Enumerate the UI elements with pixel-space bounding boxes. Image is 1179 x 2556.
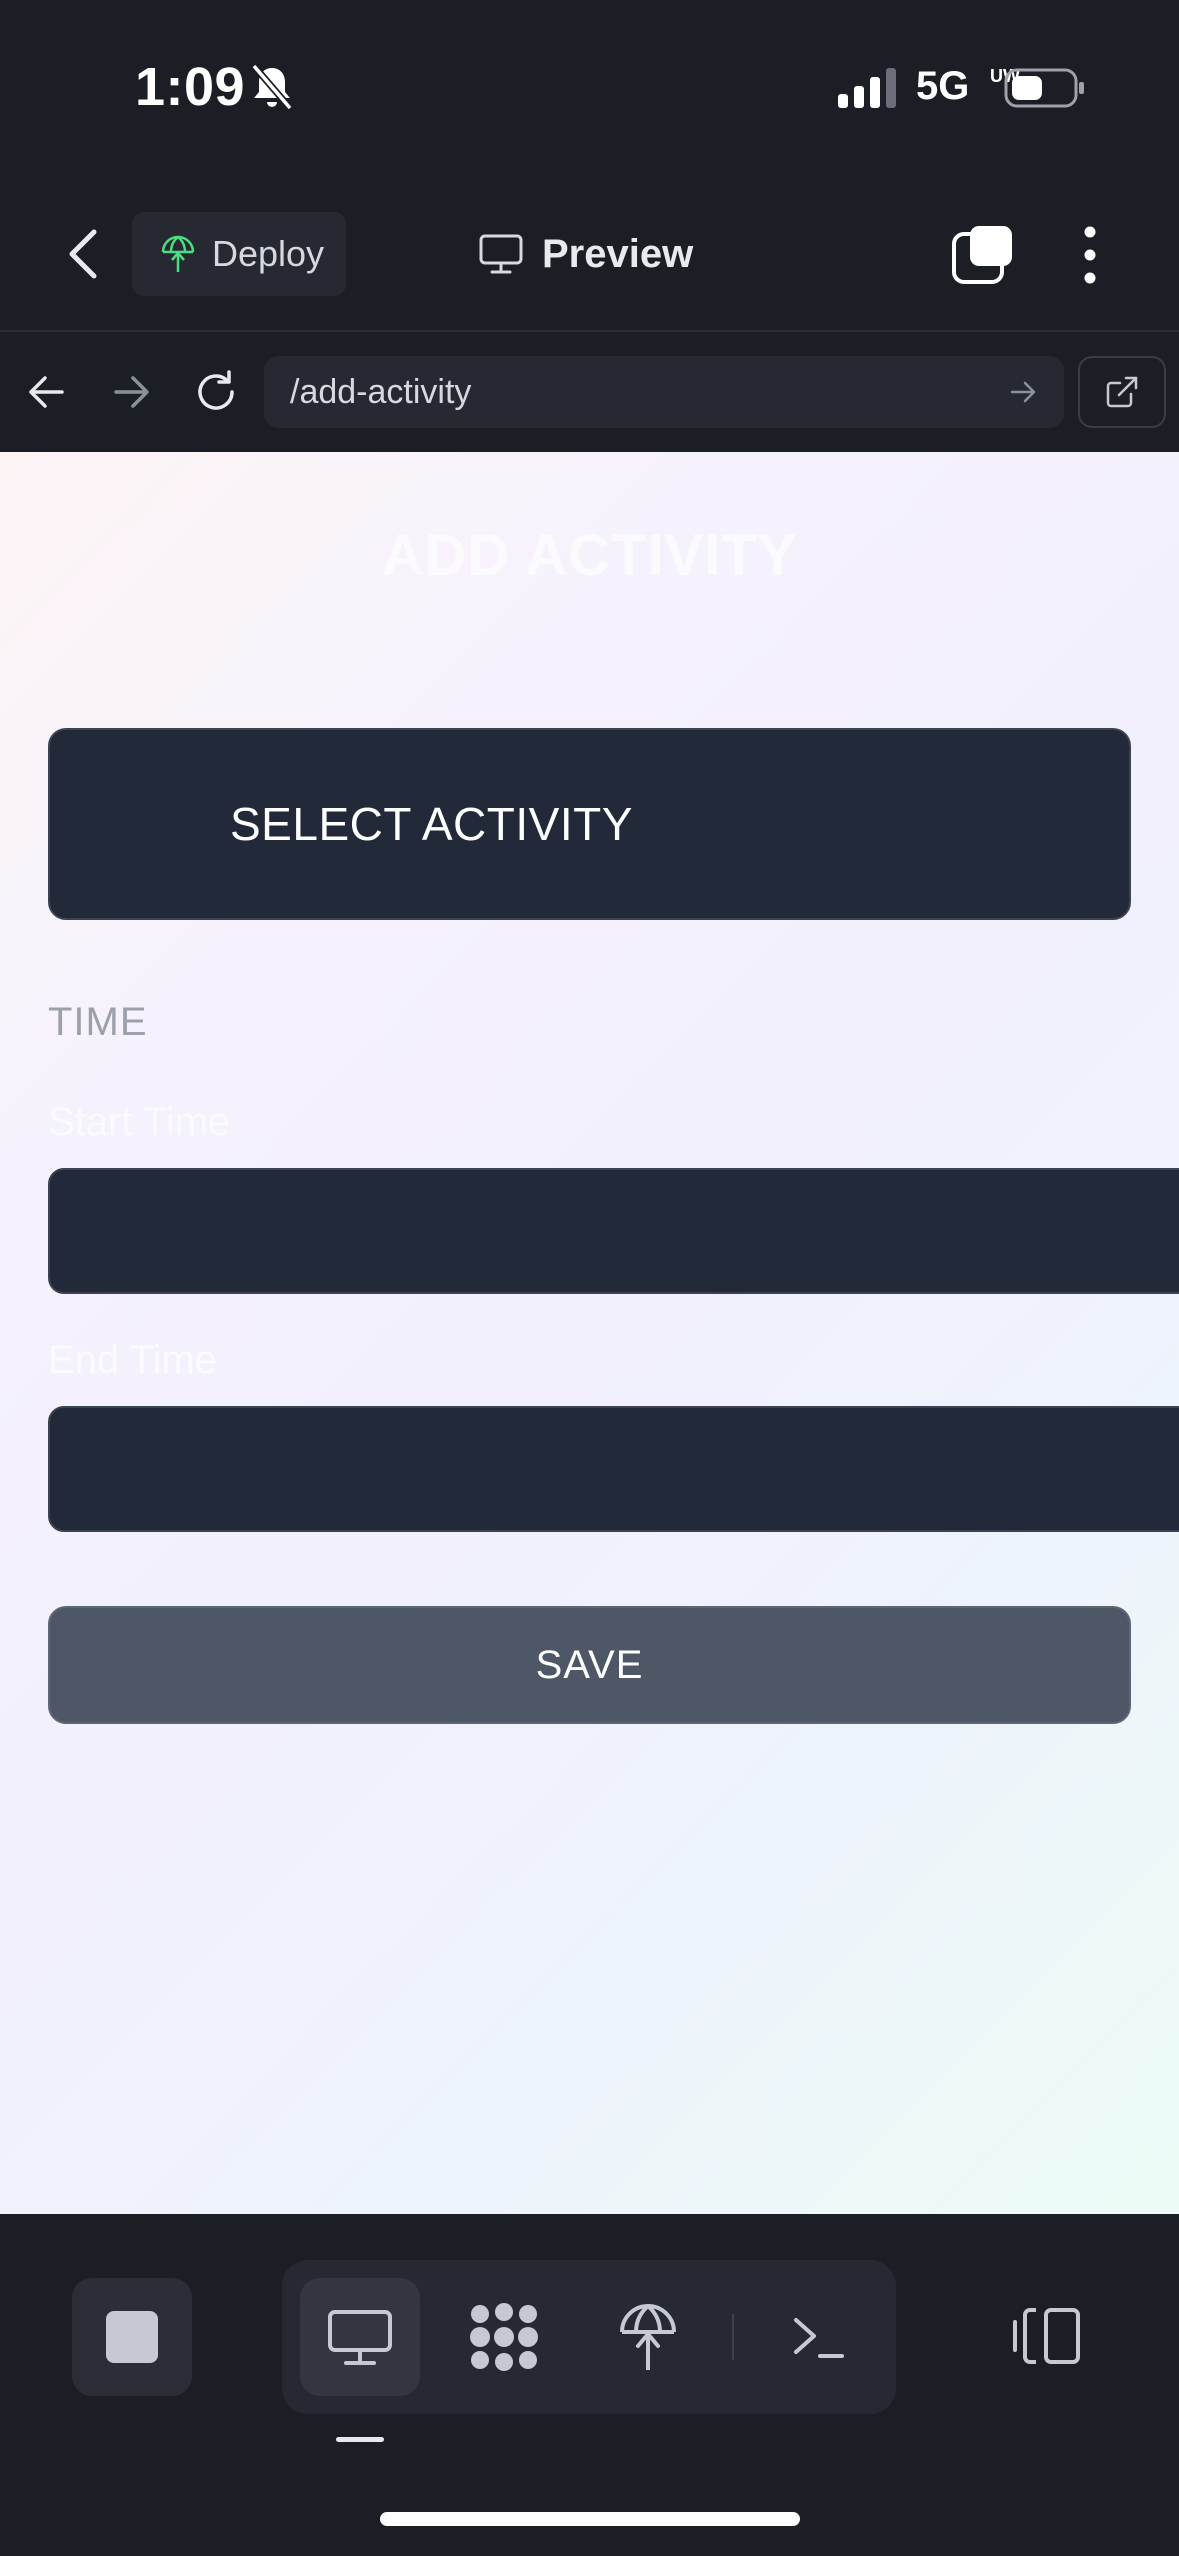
reload-icon[interactable] [192,368,240,416]
more-vertical-icon[interactable] [1076,224,1104,286]
url-text: /add-activity [290,372,472,411]
network-label: 5G [916,64,970,108]
go-arrow-icon[interactable] [1008,377,1038,407]
end-time-label: End Time [48,1338,217,1382]
signal-icon [838,68,896,108]
save-button[interactable]: SAVE [48,1606,1131,1724]
nodes-icon[interactable] [466,2300,542,2374]
active-tab-indicator [336,2437,384,2442]
windows-icon[interactable] [950,224,1016,286]
deploy-globe-icon[interactable] [616,2300,680,2374]
preview-tab[interactable]: Preview [478,224,693,284]
start-time-label: Start Time [48,1100,231,1144]
select-activity-label: SELECT ACTIVITY [230,798,633,850]
select-activity-button[interactable]: SELECT ACTIVITY [48,728,1131,920]
external-link-icon [1106,376,1138,408]
arrow-left-icon[interactable] [26,372,68,412]
back-chevron-icon[interactable] [62,226,106,282]
end-time-input[interactable] [48,1406,1179,1532]
start-time-input[interactable] [48,1168,1179,1294]
deploy-label: Deploy [212,233,325,274]
open-external-button[interactable] [1078,356,1166,428]
url-input[interactable]: /add-activity [264,356,1064,428]
battery-icon [1004,68,1084,108]
arrow-right-icon[interactable] [110,372,152,412]
deploy-button[interactable]: Deploy [132,212,346,296]
stop-button[interactable] [72,2278,192,2396]
home-indicator[interactable] [380,2512,800,2526]
page-title: ADD ACTIVITY [381,523,798,588]
preview-label: Preview [542,231,694,276]
time-section-heading: TIME [48,1000,148,1044]
bell-muted-icon [251,63,293,111]
save-label: SAVE [535,1642,644,1687]
toolbar-separator [732,2314,734,2360]
monitor-icon [479,234,523,274]
deploy-icon [161,235,195,272]
terminal-icon[interactable] [790,2310,846,2364]
panel-layout-icon[interactable] [1010,2306,1082,2366]
status-time: 1:09 [135,57,246,117]
desktop-icon [328,2310,392,2365]
preview-viewport: ADD ACTIVITY SELECT ACTIVITY TIME Start … [0,452,1179,2214]
stop-icon [106,2311,158,2363]
